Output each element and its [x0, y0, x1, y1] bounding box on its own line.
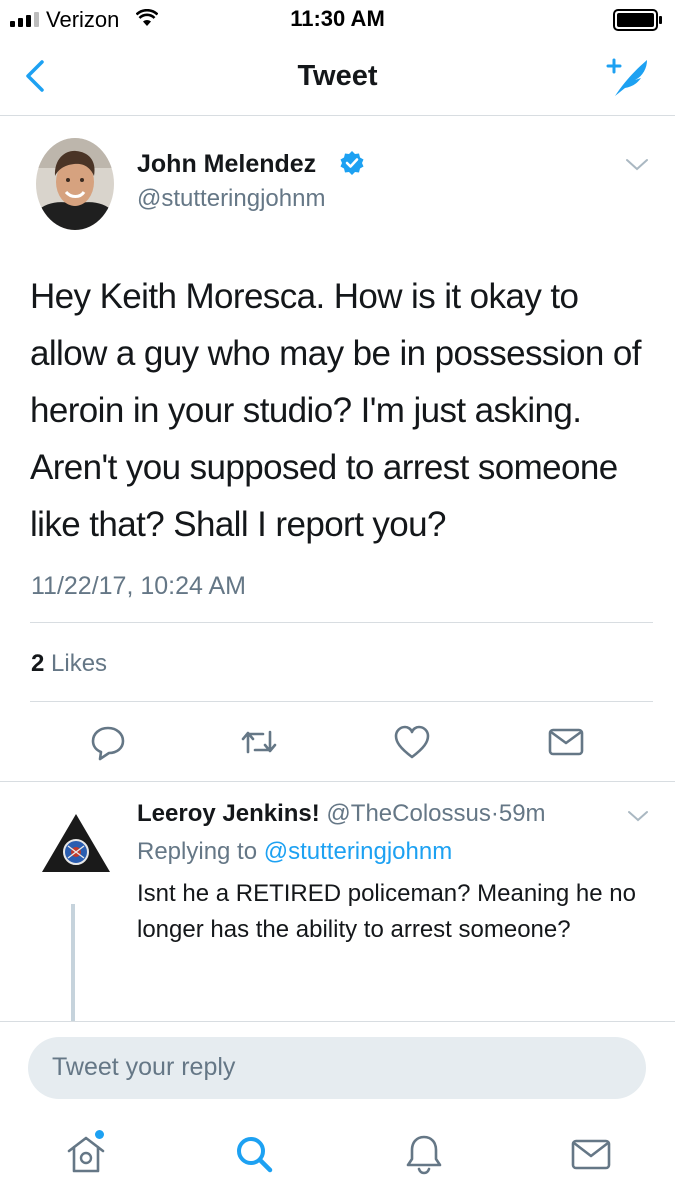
- battery-icon: [613, 9, 662, 31]
- page-title: Tweet: [297, 60, 378, 92]
- replying-to-mention[interactable]: @stutteringjohnm: [264, 838, 452, 865]
- messages-icon[interactable]: [569, 1132, 613, 1176]
- status-bar: Verizon 11:30 AM: [0, 0, 675, 38]
- author-handle[interactable]: @stutteringjohnm: [137, 185, 325, 213]
- likes-label: Likes: [51, 650, 108, 677]
- retweet-icon[interactable]: [239, 722, 279, 762]
- composer-placeholder: Tweet your reply: [52, 1053, 236, 1081]
- reply-author-handle[interactable]: @TheColossus: [326, 800, 490, 827]
- author-avatar[interactable]: [36, 138, 114, 230]
- chevron-down-icon[interactable]: [624, 156, 650, 174]
- divider: [30, 701, 653, 702]
- compose-tweet-icon[interactable]: [603, 54, 653, 100]
- likes-number: 2: [31, 650, 45, 677]
- search-icon[interactable]: [232, 1132, 276, 1176]
- reply-age: 59m: [498, 800, 546, 827]
- replying-to-line: Replying to @stutteringjohnm: [137, 838, 452, 866]
- thread-connector-line: [71, 904, 75, 1022]
- reply-chevron-down-icon[interactable]: [626, 808, 650, 824]
- verified-badge-icon: [340, 151, 364, 175]
- divider: [0, 1021, 675, 1022]
- reply-text: Isnt he a RETIRED policeman? Meaning he …: [137, 880, 636, 943]
- reply-author-avatar[interactable]: [40, 812, 112, 874]
- reply-separator: ·: [490, 800, 499, 827]
- direct-message-icon[interactable]: [546, 722, 586, 762]
- reply-icon[interactable]: [88, 722, 128, 762]
- reply-header: Leeroy Jenkins! @TheColossus·59m: [137, 800, 546, 828]
- notifications-icon[interactable]: [402, 1132, 446, 1176]
- navigation-bar: Tweet: [0, 38, 675, 116]
- replying-to-prefix: Replying to: [137, 838, 258, 865]
- reply-author-name[interactable]: Leeroy Jenkins!: [137, 800, 320, 827]
- likes-count[interactable]: 2 Likes: [31, 650, 107, 678]
- reply-composer-input[interactable]: Tweet your reply: [28, 1037, 646, 1099]
- tweet-timestamp: 11/22/17, 10:24 AM: [31, 572, 246, 600]
- status-time: 11:30 AM: [290, 6, 385, 31]
- home-icon[interactable]: [64, 1132, 108, 1176]
- tweet-text: Hey Keith Moresca. How is it okay to all…: [30, 277, 641, 544]
- home-notification-dot: [95, 1130, 104, 1139]
- like-icon[interactable]: [392, 722, 432, 762]
- author-name[interactable]: John Melendez: [137, 150, 316, 179]
- divider: [0, 781, 675, 782]
- divider: [30, 622, 653, 623]
